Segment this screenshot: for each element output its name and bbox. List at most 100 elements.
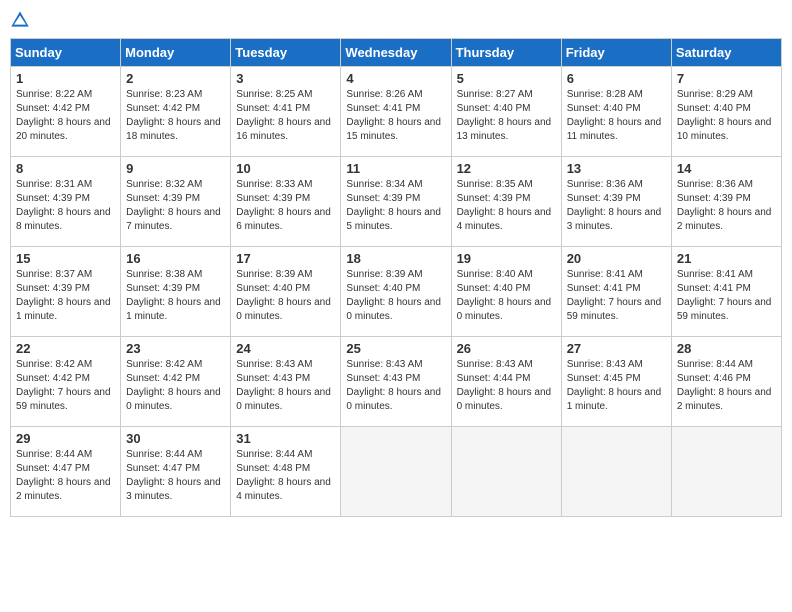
calendar-day-cell — [561, 427, 671, 517]
calendar-day-header: Tuesday — [231, 39, 341, 67]
calendar-day-cell: 28 Sunrise: 8:44 AM Sunset: 4:46 PM Dayl… — [671, 337, 781, 427]
day-number: 25 — [346, 341, 445, 356]
day-info: Sunrise: 8:39 AM Sunset: 4:40 PM Dayligh… — [236, 268, 335, 324]
day-number: 12 — [457, 161, 556, 176]
day-info: Sunrise: 8:42 AM Sunset: 4:42 PM Dayligh… — [16, 358, 115, 414]
calendar-day-cell: 8 Sunrise: 8:31 AM Sunset: 4:39 PM Dayli… — [11, 157, 121, 247]
day-info: Sunrise: 8:44 AM Sunset: 4:47 PM Dayligh… — [126, 448, 225, 504]
calendar-table: SundayMondayTuesdayWednesdayThursdayFrid… — [10, 38, 782, 517]
calendar-day-cell — [341, 427, 451, 517]
calendar-day-header: Wednesday — [341, 39, 451, 67]
calendar-day-cell: 15 Sunrise: 8:37 AM Sunset: 4:39 PM Dayl… — [11, 247, 121, 337]
day-number: 3 — [236, 71, 335, 86]
day-info: Sunrise: 8:29 AM Sunset: 4:40 PM Dayligh… — [677, 88, 776, 144]
day-number: 5 — [457, 71, 556, 86]
day-info: Sunrise: 8:40 AM Sunset: 4:40 PM Dayligh… — [457, 268, 556, 324]
day-info: Sunrise: 8:26 AM Sunset: 4:41 PM Dayligh… — [346, 88, 445, 144]
day-info: Sunrise: 8:27 AM Sunset: 4:40 PM Dayligh… — [457, 88, 556, 144]
calendar-day-header: Monday — [121, 39, 231, 67]
day-info: Sunrise: 8:44 AM Sunset: 4:47 PM Dayligh… — [16, 448, 115, 504]
calendar-day-cell: 18 Sunrise: 8:39 AM Sunset: 4:40 PM Dayl… — [341, 247, 451, 337]
day-number: 11 — [346, 161, 445, 176]
calendar-day-cell: 20 Sunrise: 8:41 AM Sunset: 4:41 PM Dayl… — [561, 247, 671, 337]
day-number: 6 — [567, 71, 666, 86]
calendar-header-row: SundayMondayTuesdayWednesdayThursdayFrid… — [11, 39, 782, 67]
calendar-day-cell: 12 Sunrise: 8:35 AM Sunset: 4:39 PM Dayl… — [451, 157, 561, 247]
day-info: Sunrise: 8:43 AM Sunset: 4:43 PM Dayligh… — [346, 358, 445, 414]
day-info: Sunrise: 8:25 AM Sunset: 4:41 PM Dayligh… — [236, 88, 335, 144]
calendar-day-cell: 22 Sunrise: 8:42 AM Sunset: 4:42 PM Dayl… — [11, 337, 121, 427]
calendar-day-header: Friday — [561, 39, 671, 67]
calendar-day-cell: 17 Sunrise: 8:39 AM Sunset: 4:40 PM Dayl… — [231, 247, 341, 337]
day-number: 10 — [236, 161, 335, 176]
day-info: Sunrise: 8:42 AM Sunset: 4:42 PM Dayligh… — [126, 358, 225, 414]
calendar-day-cell: 9 Sunrise: 8:32 AM Sunset: 4:39 PM Dayli… — [121, 157, 231, 247]
calendar-day-cell: 19 Sunrise: 8:40 AM Sunset: 4:40 PM Dayl… — [451, 247, 561, 337]
day-info: Sunrise: 8:43 AM Sunset: 4:43 PM Dayligh… — [236, 358, 335, 414]
day-info: Sunrise: 8:44 AM Sunset: 4:46 PM Dayligh… — [677, 358, 776, 414]
day-info: Sunrise: 8:41 AM Sunset: 4:41 PM Dayligh… — [567, 268, 666, 324]
day-info: Sunrise: 8:41 AM Sunset: 4:41 PM Dayligh… — [677, 268, 776, 324]
day-info: Sunrise: 8:37 AM Sunset: 4:39 PM Dayligh… — [16, 268, 115, 324]
calendar-day-cell: 31 Sunrise: 8:44 AM Sunset: 4:48 PM Dayl… — [231, 427, 341, 517]
day-info: Sunrise: 8:39 AM Sunset: 4:40 PM Dayligh… — [346, 268, 445, 324]
day-number: 19 — [457, 251, 556, 266]
day-number: 14 — [677, 161, 776, 176]
calendar-day-cell: 26 Sunrise: 8:43 AM Sunset: 4:44 PM Dayl… — [451, 337, 561, 427]
calendar-day-cell: 23 Sunrise: 8:42 AM Sunset: 4:42 PM Dayl… — [121, 337, 231, 427]
calendar-week-row: 1 Sunrise: 8:22 AM Sunset: 4:42 PM Dayli… — [11, 67, 782, 157]
day-info: Sunrise: 8:44 AM Sunset: 4:48 PM Dayligh… — [236, 448, 335, 504]
calendar-day-cell: 25 Sunrise: 8:43 AM Sunset: 4:43 PM Dayl… — [341, 337, 451, 427]
calendar-day-cell: 6 Sunrise: 8:28 AM Sunset: 4:40 PM Dayli… — [561, 67, 671, 157]
day-number: 21 — [677, 251, 776, 266]
day-number: 22 — [16, 341, 115, 356]
calendar-day-cell: 30 Sunrise: 8:44 AM Sunset: 4:47 PM Dayl… — [121, 427, 231, 517]
day-number: 15 — [16, 251, 115, 266]
day-info: Sunrise: 8:43 AM Sunset: 4:44 PM Dayligh… — [457, 358, 556, 414]
day-info: Sunrise: 8:43 AM Sunset: 4:45 PM Dayligh… — [567, 358, 666, 414]
calendar-week-row: 15 Sunrise: 8:37 AM Sunset: 4:39 PM Dayl… — [11, 247, 782, 337]
day-number: 8 — [16, 161, 115, 176]
day-info: Sunrise: 8:28 AM Sunset: 4:40 PM Dayligh… — [567, 88, 666, 144]
logo-icon — [10, 10, 30, 30]
calendar-day-cell: 29 Sunrise: 8:44 AM Sunset: 4:47 PM Dayl… — [11, 427, 121, 517]
calendar-day-cell: 13 Sunrise: 8:36 AM Sunset: 4:39 PM Dayl… — [561, 157, 671, 247]
calendar-day-cell: 24 Sunrise: 8:43 AM Sunset: 4:43 PM Dayl… — [231, 337, 341, 427]
day-number: 20 — [567, 251, 666, 266]
calendar-day-cell — [451, 427, 561, 517]
day-number: 18 — [346, 251, 445, 266]
calendar-day-cell: 10 Sunrise: 8:33 AM Sunset: 4:39 PM Dayl… — [231, 157, 341, 247]
calendar-week-row: 8 Sunrise: 8:31 AM Sunset: 4:39 PM Dayli… — [11, 157, 782, 247]
calendar-day-cell: 7 Sunrise: 8:29 AM Sunset: 4:40 PM Dayli… — [671, 67, 781, 157]
day-info: Sunrise: 8:31 AM Sunset: 4:39 PM Dayligh… — [16, 178, 115, 234]
calendar-day-cell: 21 Sunrise: 8:41 AM Sunset: 4:41 PM Dayl… — [671, 247, 781, 337]
day-info: Sunrise: 8:36 AM Sunset: 4:39 PM Dayligh… — [677, 178, 776, 234]
day-number: 31 — [236, 431, 335, 446]
day-number: 23 — [126, 341, 225, 356]
day-info: Sunrise: 8:35 AM Sunset: 4:39 PM Dayligh… — [457, 178, 556, 234]
day-number: 26 — [457, 341, 556, 356]
day-number: 30 — [126, 431, 225, 446]
day-number: 9 — [126, 161, 225, 176]
calendar-day-cell: 11 Sunrise: 8:34 AM Sunset: 4:39 PM Dayl… — [341, 157, 451, 247]
calendar-day-header: Saturday — [671, 39, 781, 67]
calendar-day-cell: 16 Sunrise: 8:38 AM Sunset: 4:39 PM Dayl… — [121, 247, 231, 337]
calendar-week-row: 22 Sunrise: 8:42 AM Sunset: 4:42 PM Dayl… — [11, 337, 782, 427]
day-info: Sunrise: 8:32 AM Sunset: 4:39 PM Dayligh… — [126, 178, 225, 234]
calendar-day-header: Thursday — [451, 39, 561, 67]
calendar-day-cell: 4 Sunrise: 8:26 AM Sunset: 4:41 PM Dayli… — [341, 67, 451, 157]
calendar-day-cell: 3 Sunrise: 8:25 AM Sunset: 4:41 PM Dayli… — [231, 67, 341, 157]
calendar-day-cell: 14 Sunrise: 8:36 AM Sunset: 4:39 PM Dayl… — [671, 157, 781, 247]
day-info: Sunrise: 8:33 AM Sunset: 4:39 PM Dayligh… — [236, 178, 335, 234]
day-number: 1 — [16, 71, 115, 86]
day-number: 7 — [677, 71, 776, 86]
day-info: Sunrise: 8:34 AM Sunset: 4:39 PM Dayligh… — [346, 178, 445, 234]
calendar-day-cell: 2 Sunrise: 8:23 AM Sunset: 4:42 PM Dayli… — [121, 67, 231, 157]
day-number: 4 — [346, 71, 445, 86]
logo — [10, 10, 34, 30]
calendar-week-row: 29 Sunrise: 8:44 AM Sunset: 4:47 PM Dayl… — [11, 427, 782, 517]
day-info: Sunrise: 8:23 AM Sunset: 4:42 PM Dayligh… — [126, 88, 225, 144]
day-info: Sunrise: 8:36 AM Sunset: 4:39 PM Dayligh… — [567, 178, 666, 234]
day-number: 24 — [236, 341, 335, 356]
day-number: 29 — [16, 431, 115, 446]
